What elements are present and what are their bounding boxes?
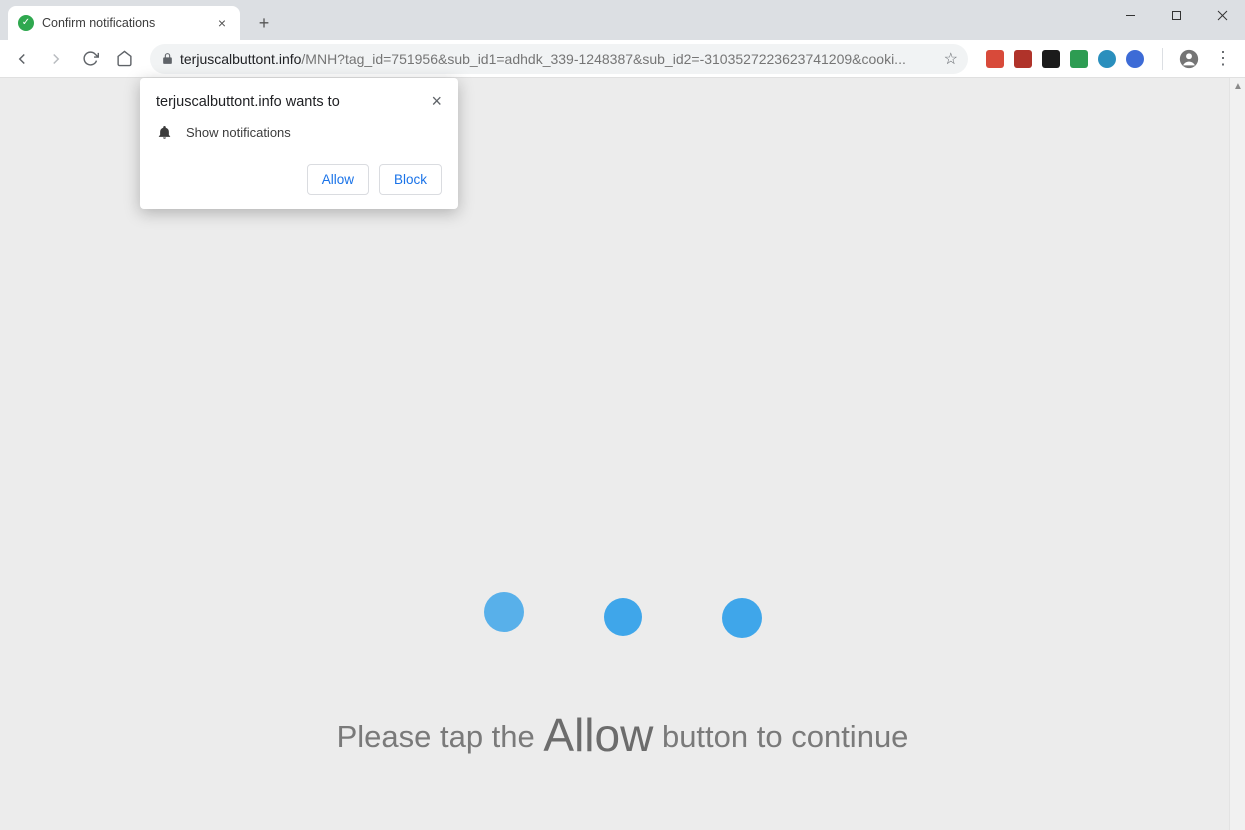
home-button[interactable] xyxy=(110,45,138,73)
close-icon[interactable]: × xyxy=(431,92,442,110)
loader-dot xyxy=(722,598,762,638)
extensions-row xyxy=(980,50,1150,68)
forward-button xyxy=(42,45,70,73)
extension-icon[interactable] xyxy=(1126,50,1144,68)
loader-dot xyxy=(484,592,524,632)
address-bar[interactable]: terjuscalbuttont.info/MNH?tag_id=751956&… xyxy=(150,44,968,74)
back-button[interactable] xyxy=(8,45,36,73)
new-tab-button[interactable]: + xyxy=(250,9,278,37)
page-instruction-text: Please tap the Allow button to continue xyxy=(337,708,909,762)
titlebar: Confirm notifications × + xyxy=(0,0,1245,40)
toolbar-divider xyxy=(1162,48,1163,70)
bookmark-star-icon[interactable]: ☆ xyxy=(944,49,958,69)
close-icon[interactable]: × xyxy=(214,13,230,33)
permission-row-text: Show notifications xyxy=(186,125,291,140)
block-button[interactable]: Block xyxy=(379,164,442,195)
extension-icon[interactable] xyxy=(1042,50,1060,68)
extension-icon[interactable] xyxy=(986,50,1004,68)
minimize-button[interactable] xyxy=(1107,0,1153,30)
loader-dot xyxy=(604,598,642,636)
extension-icon[interactable] xyxy=(1070,50,1088,68)
window-controls xyxy=(1107,0,1245,30)
prompt-before: Please tap the xyxy=(337,719,544,754)
check-circle-icon xyxy=(18,15,34,31)
kebab-menu-icon[interactable]: ⋮ xyxy=(1209,45,1237,73)
close-window-button[interactable] xyxy=(1199,0,1245,30)
prompt-after: button to continue xyxy=(653,719,908,754)
allow-button[interactable]: Allow xyxy=(307,164,369,195)
url-text: terjuscalbuttont.info/MNH?tag_id=751956&… xyxy=(180,51,938,67)
browser-tab[interactable]: Confirm notifications × xyxy=(8,6,240,40)
scrollbar[interactable]: ▲ xyxy=(1229,78,1245,830)
url-host: terjuscalbuttont.info xyxy=(180,51,301,67)
bell-icon xyxy=(156,124,172,140)
lock-icon xyxy=(160,52,174,66)
reload-button[interactable] xyxy=(76,45,104,73)
extension-icon[interactable] xyxy=(1098,50,1116,68)
prompt-allow-word: Allow xyxy=(543,709,653,761)
profile-button[interactable] xyxy=(1175,45,1203,73)
toolbar: terjuscalbuttont.info/MNH?tag_id=751956&… xyxy=(0,40,1245,78)
notification-permission-popup: terjuscalbuttont.info wants to × Show no… xyxy=(140,78,458,209)
tab-title: Confirm notifications xyxy=(42,16,206,30)
browser-window: Confirm notifications × + xyxy=(0,0,1245,830)
url-path: /MNH?tag_id=751956&sub_id1=adhdk_339-124… xyxy=(301,51,905,67)
permission-title: terjuscalbuttont.info wants to xyxy=(156,94,340,110)
maximize-button[interactable] xyxy=(1153,0,1199,30)
extension-icon[interactable] xyxy=(1014,50,1032,68)
loading-dots xyxy=(484,598,762,638)
scroll-up-arrow-icon[interactable]: ▲ xyxy=(1230,78,1245,94)
